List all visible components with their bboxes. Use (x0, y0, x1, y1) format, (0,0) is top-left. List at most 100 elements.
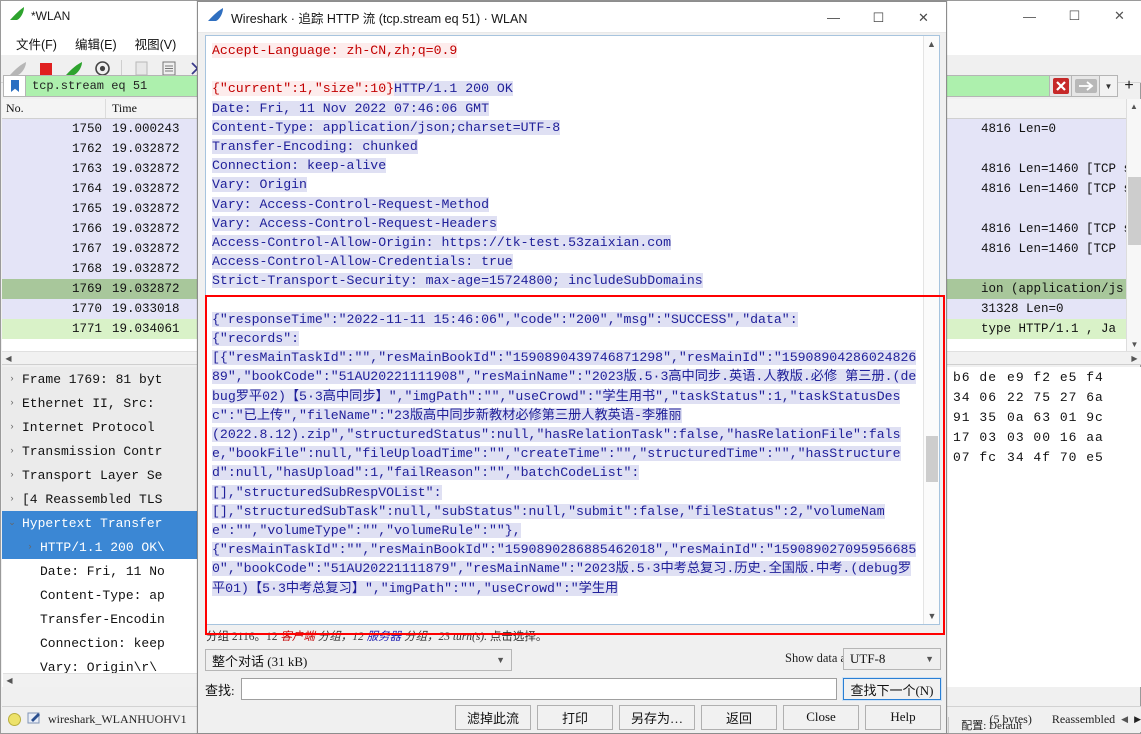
detail-row-label: [4 Reassembled TLS (22, 491, 163, 507)
chevron-right-icon[interactable]: › (2, 422, 22, 432)
packet-no: 1767 (71, 242, 102, 256)
packet-no: 1765 (71, 202, 102, 216)
hex-byte-group: b6 de (953, 369, 998, 385)
main-minimize-button[interactable]: — (1007, 1, 1052, 31)
scroll-up-icon[interactable]: ▲ (1127, 99, 1141, 113)
packet-no: 1764 (71, 182, 102, 196)
stream-segment-response: {"responseTime":"2022-11-11 15:46:06","c… (212, 311, 917, 596)
hex-byte-group: 22 75 27 6a (1007, 389, 1104, 405)
dialog-button-row: 滤掉此流 打印 另存为… 返回 Close Help (205, 704, 941, 730)
main-window-controls: — ☐ ✕ (1007, 1, 1141, 31)
chevron-down-icon: ▼ (925, 654, 934, 664)
help-button[interactable]: Help (865, 704, 941, 730)
dialog-title: Wireshark · 追踪 HTTP 流 (tcp.stream eq 51)… (231, 11, 528, 26)
filter-out-stream-button[interactable]: 滤掉此流 (455, 704, 531, 730)
close-button[interactable]: Close (783, 704, 859, 730)
detail-row-label: Ethernet II, Src: (22, 395, 155, 411)
chevron-right-icon[interactable]: › (2, 494, 22, 504)
main-close-button[interactable]: ✕ (1097, 1, 1141, 31)
find-row: 查找: 查找下一个(N) (205, 677, 942, 701)
edit-comment-icon[interactable] (27, 711, 42, 729)
find-label: 查找: (205, 682, 235, 698)
chevron-right-icon[interactable]: › (2, 398, 22, 408)
back-button[interactable]: 返回 (701, 704, 777, 730)
find-next-button[interactable]: 查找下一个(N) (842, 677, 942, 701)
hscroll-right-icon[interactable]: ▶ (1128, 354, 1141, 363)
detail-row-label: Date: Fri, 11 No (40, 563, 165, 579)
dialog-minimize-button[interactable]: — (811, 2, 856, 33)
hex-dump-row[interactable]: 17 03 03 00 16 aa (943, 427, 1141, 447)
status-prefix: 分组 2116。12 (206, 631, 281, 643)
packet-no: 1770 (71, 302, 102, 316)
plus-icon[interactable]: + (1118, 75, 1140, 97)
menu-view[interactable]: 视图(V) (126, 32, 186, 55)
capture-status-circle-icon[interactable] (8, 713, 21, 726)
show-data-as-selector[interactable]: UTF-8 ▼ (843, 648, 941, 670)
detail-row-label: Transport Layer Se (22, 467, 163, 483)
hex-dump-rows: b6 de e9 f2 e5 f4 34 06 22 75 27 6a 91 35 0a … (943, 367, 1141, 467)
clear-filter-icon[interactable] (1050, 75, 1072, 97)
show-data-as-label: Show data as (785, 651, 851, 665)
save-as-button[interactable]: 另存为… (619, 704, 695, 730)
menu-edit[interactable]: 编辑(E) (66, 32, 126, 55)
hex-dump-row[interactable]: 91 35 0a 63 01 9c (943, 407, 1141, 427)
apply-filter-arrow-icon[interactable] (1072, 75, 1100, 97)
stream-scroll-down-icon[interactable]: ▼ (924, 608, 939, 624)
packet-no: 1766 (71, 222, 102, 236)
dialog-close-button[interactable]: ✕ (901, 2, 946, 33)
hex-byte-group: 91 35 (953, 409, 998, 425)
hex-byte-group: 07 fc (953, 449, 998, 465)
detail-row-label: Internet Protocol (22, 419, 155, 435)
chevron-right-icon[interactable]: › (2, 446, 22, 456)
chevron-down-icon[interactable]: ▼ (1100, 75, 1118, 97)
show-data-as-value: UTF-8 (850, 651, 886, 666)
chevron-right-icon[interactable]: › (2, 470, 22, 480)
bookmark-icon[interactable] (3, 75, 25, 97)
packet-no: 1771 (71, 322, 102, 336)
stream-text-view[interactable]: Accept-Language: zh-CN,zh;q=0.9 {"curren… (206, 36, 924, 624)
status-divider (948, 717, 950, 733)
stream-segment-request: {"current":1,"size":10} (212, 81, 395, 97)
status-mid1: 分组，12 (314, 631, 367, 643)
find-input[interactable] (240, 678, 837, 700)
hscroll-left-icon[interactable]: ◀ (2, 354, 15, 363)
dialog-titlebar: Wireshark · 追踪 HTTP 流 (tcp.stream eq 51)… (198, 2, 946, 33)
main-maximize-button[interactable]: ☐ (1052, 1, 1097, 31)
print-button[interactable]: 打印 (537, 704, 613, 730)
status-profile-text: 配置: Default (961, 720, 1023, 732)
hex-dump-row[interactable]: 07 fc 34 4f 70 e5 (943, 447, 1141, 467)
column-header-no[interactable]: No. (2, 99, 106, 118)
hex-byte-group: e9 f2 e5 f4 (1007, 369, 1104, 385)
find-next-label: 查找下一个(N) (850, 682, 934, 698)
packet-list-scrollbar[interactable]: ▲ ▼ (1126, 99, 1141, 364)
chevron-right-icon[interactable]: › (20, 542, 40, 552)
dialog-maximize-button[interactable]: ☐ (856, 2, 901, 33)
stream-scrollbar-thumb[interactable] (926, 436, 938, 482)
detail-hscroll-left-icon[interactable]: ◀ (3, 676, 16, 685)
hex-byte-group: 17 03 (953, 429, 998, 445)
follow-http-stream-dialog: Wireshark · 追踪 HTTP 流 (tcp.stream eq 51)… (197, 1, 947, 734)
packet-no: 1769 (71, 282, 102, 296)
detail-row-label: Content-Type: ap (40, 587, 165, 603)
conversation-selector-value: 整个对话 (31 kB) (212, 653, 308, 669)
chevron-right-icon[interactable]: › (2, 374, 22, 384)
detail-row-label: Hypertext Transfer (22, 515, 163, 531)
detail-row-label: HTTP/1.1 200 OK\ (40, 539, 165, 555)
scrollbar-thumb[interactable] (1128, 177, 1141, 245)
menu-file[interactable]: 文件(F) (7, 32, 66, 55)
stream-content-area: Accept-Language: zh-CN,zh;q=0.9 {"curren… (205, 35, 940, 625)
hex-dump-row[interactable]: b6 de e9 f2 e5 f4 (943, 367, 1141, 387)
detail-row-label: Transmission Contr (22, 443, 163, 459)
stream-scroll-up-icon[interactable]: ▲ (924, 36, 939, 52)
status-file-text: wireshark_WLANHUOHV1 (48, 712, 187, 726)
scroll-down-icon[interactable]: ▼ (1127, 337, 1141, 351)
stream-vertical-scrollbar[interactable]: ▲ ▼ (923, 36, 939, 624)
chevron-down-icon: ▼ (496, 655, 505, 665)
screen-root: *WLAN — ☐ ✕ 文件(F) 编辑(E) 视图(V) tcp.stream… (0, 0, 1141, 734)
detail-row-label: Connection: keep (40, 635, 165, 651)
packet-bytes-pane: b6 de e9 f2 e5 f4 34 06 22 75 27 6a 91 35 0a … (942, 367, 1141, 687)
chevron-down-icon[interactable]: ⌄ (2, 518, 22, 528)
conversation-selector[interactable]: 整个对话 (31 kB) ▼ (205, 649, 512, 671)
status-server-label: 服务器 (366, 631, 402, 643)
hex-dump-row[interactable]: 34 06 22 75 27 6a (943, 387, 1141, 407)
